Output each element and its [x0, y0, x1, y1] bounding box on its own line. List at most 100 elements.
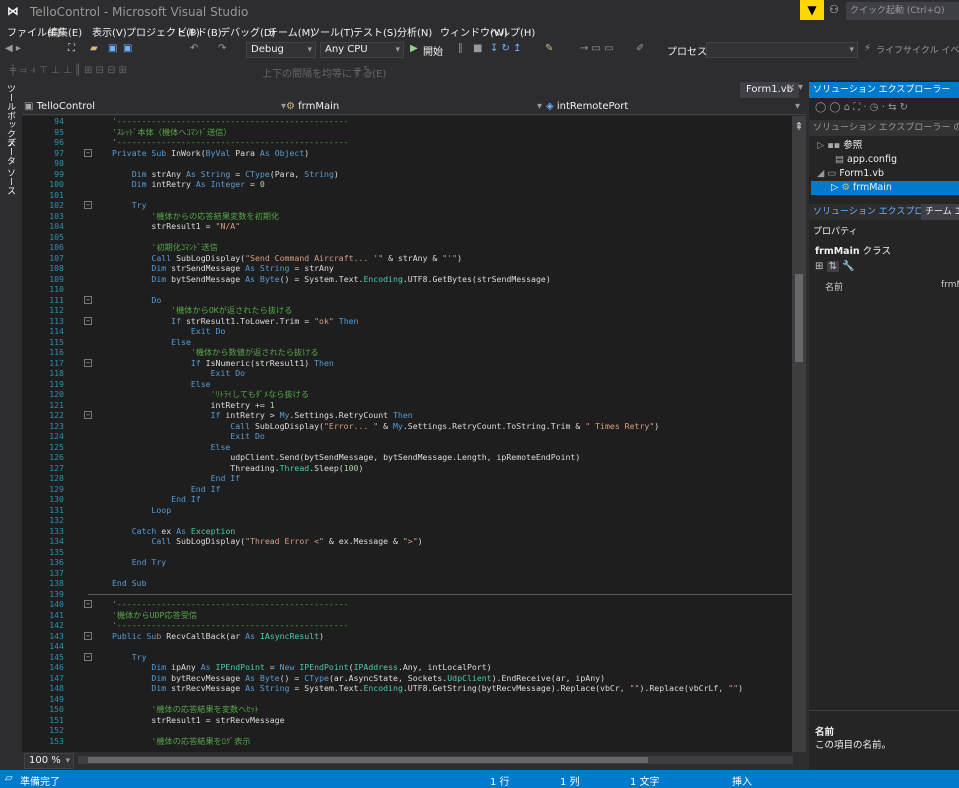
lifecycle-icon[interactable]: ⚡ [864, 43, 871, 54]
start-button-label[interactable]: 開始 [423, 43, 443, 58]
code-line[interactable]: 118 Exit Do [22, 368, 792, 379]
code-line[interactable]: 119 Else [22, 379, 792, 390]
horizontal-scroll-thumb[interactable] [88, 757, 648, 763]
code-line[interactable]: 149 [22, 694, 792, 705]
code-line[interactable]: 152 [22, 725, 792, 736]
tab-solution-explorer[interactable]: ソリューション エクスプローラー [809, 204, 921, 220]
solution-explorer-search[interactable]: ソリューション エクスプローラー の検索 (Ctrl [809, 120, 959, 136]
tree-item-form1[interactable]: ◢ ▭ Form1.vb [817, 167, 884, 181]
back-icon[interactable]: ◀ ▸ [5, 43, 21, 54]
code-line[interactable]: 101 [22, 190, 792, 201]
fold-toggle-icon[interactable]: − [84, 600, 92, 608]
fold-toggle-icon[interactable]: − [84, 201, 92, 209]
code-line[interactable]: 148 Dim strRecvMessage As String = Syste… [22, 683, 792, 694]
code-line[interactable]: 153 '機体の応答結果をﾛｸﾞ表示 [22, 736, 792, 747]
code-line[interactable]: 104 strResult1 = "N/A" [22, 221, 792, 232]
code-line[interactable]: 139 [22, 589, 792, 600]
code-line[interactable]: 147 Dim bytRecvMessage As Byte() = CType… [22, 673, 792, 684]
code-line[interactable]: 106 '初期化ｺﾏﾝﾄﾞ送信 [22, 242, 792, 253]
code-line[interactable]: 145 − Try [22, 652, 792, 663]
properties-object[interactable]: frmMain クラス [815, 243, 891, 257]
code-line[interactable]: 129 End If [22, 484, 792, 495]
new-project-icon[interactable]: ⛶ [68, 43, 75, 54]
code-line[interactable]: 122 − If intRetry > My.Settings.RetryCoun… [22, 410, 792, 421]
bookmark-icon[interactable]: ✎ [545, 43, 553, 54]
code-line[interactable]: 134 Call SubLogDisplay("Thread Error <" … [22, 536, 792, 547]
code-line[interactable]: 146 Dim ipAny As IPEndPoint = New IPEndP… [22, 662, 792, 673]
code-line[interactable]: 135 [22, 547, 792, 558]
code-line[interactable]: 133 Catch ex As Exception [22, 526, 792, 537]
code-line[interactable]: 131 Loop [22, 505, 792, 516]
code-line[interactable]: 142 '------------------------------------… [22, 620, 792, 631]
menu-item[interactable]: ヘルプ(H) [490, 24, 535, 39]
code-line[interactable]: 115 Else [22, 337, 792, 348]
comment-icon[interactable]: ✐ [636, 43, 644, 54]
code-line[interactable]: 103 '機体からの応答結果変数を初期化 [22, 211, 792, 222]
code-line[interactable]: 108 Dim strSendMessage As String = strAn… [22, 263, 792, 274]
tab-team-explorer[interactable]: チーム エ [921, 204, 959, 220]
account-icon[interactable]: ⚇ [829, 3, 839, 16]
data-sources-tab[interactable]: データ ソース [4, 138, 17, 195]
expand-arrow-icon[interactable]: ▷ [817, 140, 827, 151]
code-line[interactable]: 102 − Try [22, 200, 792, 211]
menu-item[interactable]: ツール(T) [310, 24, 354, 39]
tab-dropdown-icon[interactable]: ▾ [798, 82, 803, 93]
save-icon[interactable]: ▣ [108, 43, 117, 54]
fold-toggle-icon[interactable]: − [84, 652, 92, 661]
process-select[interactable] [706, 42, 858, 58]
code-line[interactable]: 127 Threading.Thread.Sleep(100) [22, 463, 792, 474]
code-line[interactable]: 130 End If [22, 494, 792, 505]
project-select[interactable]: ▣ TelloControl [24, 99, 288, 114]
step-into-icon[interactable]: ↧ ↻ ↥ [490, 43, 522, 54]
menu-item[interactable]: 分析(N) [397, 24, 432, 39]
class-select[interactable]: ⚙ frmMain [286, 99, 544, 114]
code-line[interactable]: 151 strResult1 = strRecvMessage [22, 715, 792, 726]
quick-launch-input[interactable]: クイック起動 (Ctrl+Q) [846, 2, 959, 20]
menu-item[interactable]: テスト(S) [353, 24, 397, 39]
code-line[interactable]: 143 − Public Sub RecvCallBack(ar As IAsync… [22, 631, 792, 642]
redo-icon[interactable]: ↷ [218, 43, 226, 54]
member-select[interactable]: ◈ intRemotePort [546, 99, 802, 114]
fold-toggle-icon[interactable]: − [84, 295, 92, 304]
fold-toggle-icon[interactable]: − [84, 631, 92, 640]
code-line[interactable]: 136 End Try [22, 557, 792, 568]
code-line[interactable]: 121 intRetry += 1 [22, 400, 792, 411]
editor-horizontal-scrollbar[interactable] [78, 756, 793, 764]
code-line[interactable]: 94 '-------------------------------------… [22, 116, 792, 127]
code-line[interactable]: 124 Exit Do [22, 431, 792, 442]
lifecycle-events-label[interactable]: ライフサイクル イベント [876, 43, 959, 56]
tree-item-frmmain[interactable]: ▷ ⚙ frmMain [811, 181, 959, 195]
undo-icon[interactable]: ↶ [190, 43, 198, 54]
expand-arrow-icon[interactable]: ▷ [831, 182, 841, 193]
code-line[interactable]: 97 − Private Sub InWork(ByVal Para As Obje… [22, 148, 792, 159]
code-line[interactable]: 99 Dim strAny As String = CType(Para, St… [22, 169, 792, 180]
navigate-icon[interactable]: → ▭ ▭ [580, 43, 614, 54]
code-line[interactable]: 107 Call SubLogDisplay("Send Command Air… [22, 253, 792, 264]
fold-toggle-icon[interactable]: − [84, 148, 92, 157]
code-line[interactable]: 120 'ﾘﾄﾗｲしてもﾀﾞﾒなら抜ける [22, 389, 792, 400]
pause-icon[interactable]: ∥ [458, 43, 463, 54]
align-icons[interactable]: ╪ ⫤ ⫣ ⊤ ⊥ ⊥ ║ ⊞ ⊟ ⊟ ⊞ [10, 65, 127, 76]
code-line[interactable]: 112 '機体からOKが返されたら抜ける [22, 305, 792, 316]
code-line[interactable]: 100 Dim intRetry As Integer = 0 [22, 179, 792, 190]
code-line[interactable]: 114 Exit Do [22, 326, 792, 337]
code-line[interactable]: 126 udpClient.Send(bytSendMessage, bytSe… [22, 452, 792, 463]
collapse-arrow-icon[interactable]: ◢ [817, 168, 827, 179]
status-insert-mode[interactable]: 挿入 [732, 773, 752, 788]
save-all-icon[interactable]: ▣ [123, 43, 132, 54]
fold-toggle-icon[interactable]: − [84, 358, 92, 367]
menu-item[interactable]: ビルド(B) [177, 24, 222, 39]
solution-platform-select[interactable]: Any CPU [320, 42, 404, 58]
code-line[interactable]: 98 [22, 158, 792, 169]
code-line[interactable]: 128 End If [22, 473, 792, 484]
close-tab-icon[interactable]: ✕ [787, 83, 795, 94]
menu-item[interactable]: 編集(E) [48, 24, 82, 39]
zoom-select[interactable]: 100 % [24, 753, 74, 769]
code-line[interactable]: 140 − '-----------------------------------… [22, 599, 792, 610]
menu-item[interactable]: 表示(V) [92, 24, 127, 39]
menu-item[interactable]: チーム(M) [268, 24, 314, 39]
solution-explorer-toolbar-icons[interactable]: ◯ ◯ ⌂ ⛶ · ◷ · ⇆ ↻ [815, 102, 908, 113]
code-line[interactable]: 113 − If strResult1.ToLower.Trim = "ok" T… [22, 316, 792, 327]
code-line[interactable]: 144 [22, 641, 792, 652]
code-line[interactable]: 141 '機体からUDP応答受信 [22, 610, 792, 621]
